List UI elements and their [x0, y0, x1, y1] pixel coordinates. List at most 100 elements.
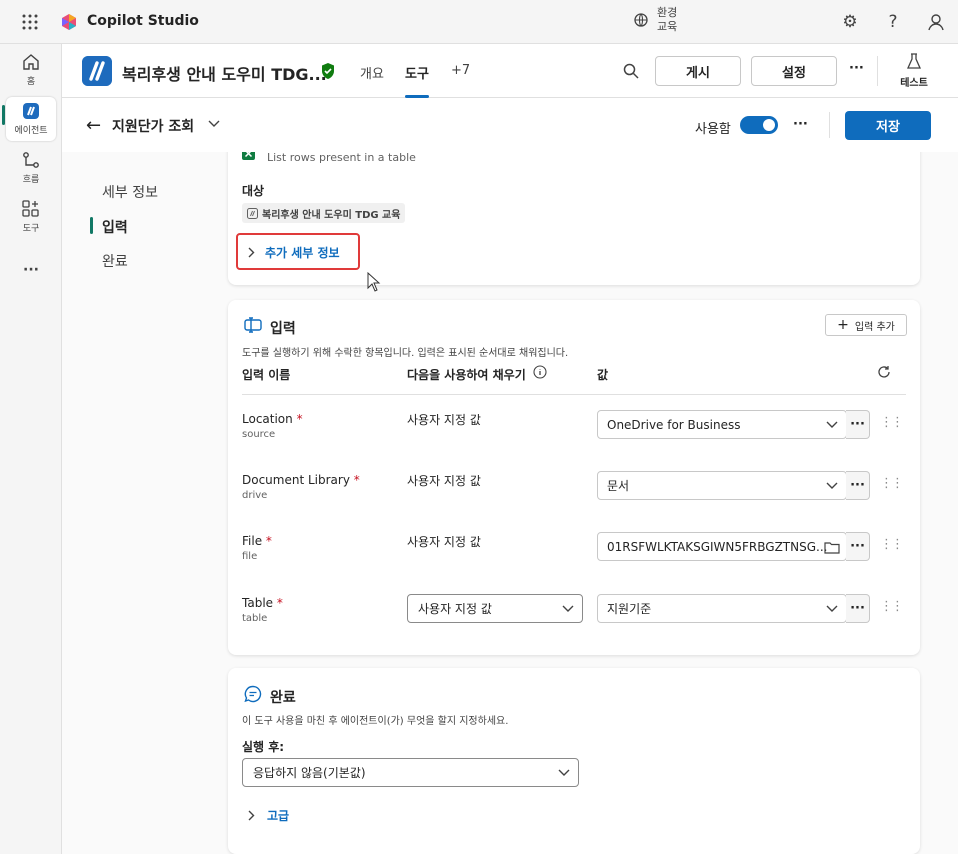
- tab-tools[interactable]: 도구: [405, 63, 429, 82]
- chevron-down-icon: [562, 605, 574, 612]
- input-row-sub: table: [242, 613, 268, 624]
- input-card-description: 도구를 실행하기 위해 수락한 항목입니다. 입력은 표시된 순서대로 채워집니…: [242, 348, 569, 359]
- rail-item-agents[interactable]: 에이전트: [6, 97, 56, 141]
- save-button[interactable]: 저장: [845, 111, 931, 140]
- home-icon: [23, 54, 39, 70]
- enabled-label: 사용함: [695, 122, 731, 137]
- sidenav-item-details[interactable]: 세부 정보: [102, 182, 158, 202]
- chevron-down-icon[interactable]: [208, 120, 220, 128]
- shield-check-icon: [322, 63, 334, 79]
- input-row-sub: source: [242, 429, 276, 440]
- flow-icon: [23, 152, 39, 168]
- more-details-toggle[interactable]: 추가 세부 정보: [248, 244, 340, 261]
- user-icon[interactable]: [926, 12, 946, 32]
- input-row-fill: 사용자 지정 값: [407, 413, 481, 427]
- value-dropdown[interactable]: 지원기준: [597, 594, 847, 623]
- subheader-more-icon[interactable]: ···: [793, 117, 808, 132]
- folder-icon[interactable]: [824, 541, 840, 554]
- sidenav-active-indicator: [90, 217, 93, 234]
- value-dropdown[interactable]: 문서: [597, 471, 847, 500]
- sidenav-item-inputs[interactable]: 입력: [102, 217, 128, 237]
- value-more-button[interactable]: ···: [846, 410, 870, 439]
- environment-picker[interactable]: 환경 교육: [633, 6, 677, 34]
- target-chip-label: 복리후생 안내 도우미 TDG 교육: [262, 209, 401, 221]
- agent-name[interactable]: 복리후생 안내 도우미 TDG...: [122, 61, 327, 85]
- divider: [877, 56, 878, 86]
- value-dropdown[interactable]: OneDrive for Business: [597, 410, 847, 439]
- agent-icon: [23, 103, 39, 119]
- rail-item-flows[interactable]: 흐름: [6, 146, 56, 190]
- chevron-down-icon: [826, 421, 838, 428]
- environment-icon: [634, 13, 648, 27]
- column-header-fill: 다음을 사용하여 채우기: [407, 368, 526, 382]
- action-description: List rows present in a table: [267, 152, 416, 164]
- input-panel-icon: [244, 317, 262, 333]
- environment-label: 환경: [657, 6, 678, 19]
- test-button[interactable]: 테스트: [898, 53, 930, 89]
- completion-description: 이 도구 사용을 마친 후 에이전트이(가) 무엇을 할지 지정하세요.: [242, 716, 509, 727]
- advanced-toggle[interactable]: 고급: [248, 807, 289, 824]
- copilot-studio-logo: [62, 14, 76, 30]
- left-rail: 홈 에이전트 흐름 도구 ···: [0, 44, 62, 854]
- fill-method-dropdown[interactable]: 사용자 지정 값: [407, 594, 583, 623]
- after-run-dropdown[interactable]: 응답하지 않음(기본값): [242, 758, 579, 787]
- input-row-fill: 사용자 지정 값: [407, 474, 481, 488]
- divider: [829, 112, 830, 138]
- publish-button[interactable]: 게시: [655, 56, 741, 86]
- search-icon[interactable]: [623, 63, 639, 79]
- help-icon[interactable]: ?: [883, 12, 903, 32]
- rail-label-flows: 흐름: [22, 175, 40, 185]
- waffle-icon[interactable]: [21, 13, 39, 31]
- settings-icon[interactable]: ⚙: [840, 12, 860, 32]
- tool-subheader: ← 지원단가 조회 사용함 ··· 저장: [62, 98, 958, 152]
- advanced-label: 고급: [267, 809, 290, 823]
- input-row-sub: file: [242, 551, 258, 562]
- flask-icon: [906, 53, 922, 69]
- app-topbar: Copilot Studio 환경 교육 ⚙ ?: [0, 0, 958, 44]
- column-header-name: 입력 이름: [242, 368, 291, 382]
- refresh-icon[interactable]: [877, 365, 891, 379]
- rail-item-home[interactable]: 홈: [6, 48, 56, 92]
- environment-name: 교육: [657, 20, 678, 33]
- chevron-down-icon: [826, 482, 838, 489]
- column-header-value: 값: [597, 368, 609, 382]
- value-text: OneDrive for Business: [607, 417, 741, 432]
- sidenav-item-completion[interactable]: 완료: [102, 251, 128, 271]
- value-text: 문서: [607, 479, 630, 493]
- drag-handle-icon[interactable]: ⋮⋮: [880, 476, 904, 491]
- add-input-button[interactable]: + 입력 추가: [825, 314, 907, 336]
- rail-more-icon[interactable]: ···: [6, 248, 56, 292]
- input-row-name: Table *: [242, 596, 283, 610]
- input-row-name: File *: [242, 534, 272, 548]
- rail-label-tools: 도구: [22, 224, 40, 234]
- drag-handle-icon[interactable]: ⋮⋮: [880, 415, 904, 430]
- after-run-label: 실행 후:: [242, 740, 285, 754]
- info-icon[interactable]: [533, 365, 547, 379]
- chevron-down-icon: [558, 769, 570, 776]
- input-row-name: Document Library *: [242, 473, 360, 487]
- back-arrow-icon[interactable]: ←: [86, 115, 101, 136]
- excel-icon: [242, 152, 255, 160]
- value-more-button[interactable]: ···: [846, 532, 870, 561]
- tab-more[interactable]: +7: [451, 63, 470, 78]
- drag-handle-icon[interactable]: ⋮⋮: [880, 599, 904, 614]
- rail-item-tools[interactable]: 도구: [6, 195, 56, 239]
- enabled-toggle[interactable]: [740, 116, 778, 134]
- input-card-title: 입력: [270, 321, 296, 337]
- agent-logo: [82, 56, 112, 86]
- file-value-field[interactable]: 01RSFWLKTAKSGIWN5FRBGZTNSG...: [597, 532, 847, 561]
- agent-header: 복리후생 안내 도우미 TDG... 개요 도구 +7 게시 설정 ··· 테스…: [62, 44, 958, 98]
- details-card: List rows present in a table 대상 복리후생 안내 …: [228, 152, 920, 285]
- drag-handle-icon[interactable]: ⋮⋮: [880, 537, 904, 552]
- value-more-button[interactable]: ···: [846, 594, 870, 623]
- app-title[interactable]: Copilot Studio: [87, 13, 199, 29]
- tab-overview[interactable]: 개요: [360, 63, 384, 82]
- tool-title[interactable]: 지원단가 조회: [112, 116, 194, 136]
- target-label: 대상: [242, 184, 265, 198]
- settings-button[interactable]: 설정: [751, 56, 837, 86]
- value-more-button[interactable]: ···: [846, 471, 870, 500]
- header-more-icon[interactable]: ···: [849, 61, 864, 76]
- table-divider: [242, 394, 906, 395]
- input-row-name: Location *: [242, 412, 303, 426]
- target-chip: 복리후생 안내 도우미 TDG 교육: [242, 203, 406, 223]
